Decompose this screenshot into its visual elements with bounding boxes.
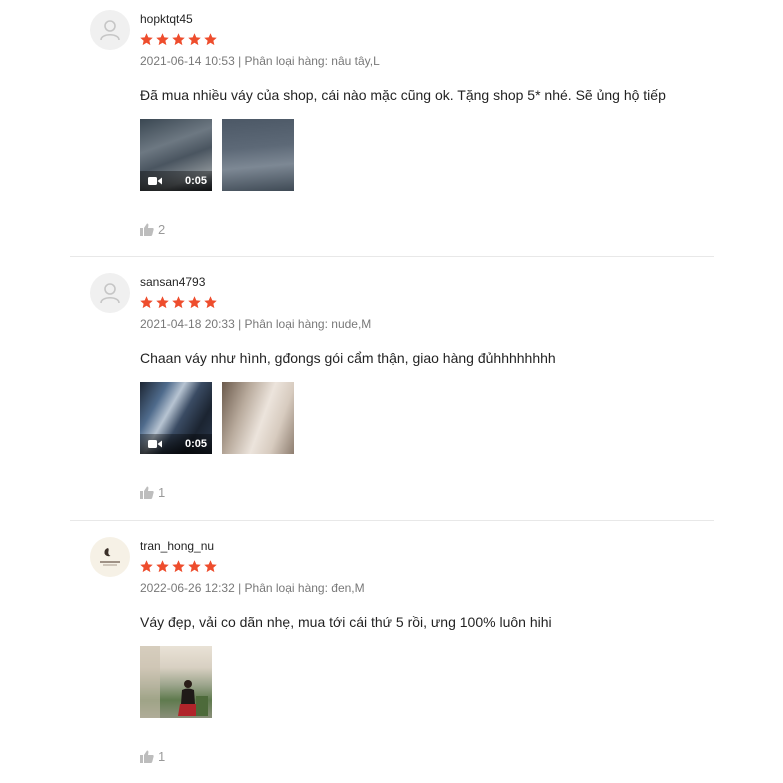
review-image[interactable]	[222, 119, 294, 191]
video-duration: 0:05	[184, 175, 207, 187]
thumbs-up-icon	[140, 486, 154, 499]
star-icon	[204, 296, 217, 309]
review-image[interactable]	[222, 382, 294, 454]
star-icon	[156, 560, 169, 573]
like-count: 2	[158, 222, 166, 237]
review-item: hopktqt45 2021-06-14 10:53 | Phân loại h…	[70, 8, 714, 256]
like-button[interactable]: 1	[140, 749, 165, 764]
default-user-icon	[100, 20, 120, 41]
star-icon	[188, 560, 201, 573]
thumbs-up-icon	[140, 750, 154, 763]
shop-logo-avatar	[100, 548, 120, 566]
review-meta: 2022-06-26 12:32 | Phân loại hàng: đen,M	[140, 581, 365, 595]
like-button[interactable]: 1	[140, 485, 165, 500]
review-content: Váy đẹp, vải co dãn nhẹ, mua tới cái thứ…	[140, 614, 552, 630]
review-item: tran_hong_nu 2022-06-26 12:32 | Phân loạ…	[70, 535, 714, 783]
star-icon	[204, 33, 217, 46]
star-icon	[204, 560, 217, 573]
video-bar: 0:05	[140, 171, 212, 191]
star-icon	[156, 33, 169, 46]
review-username[interactable]: hopktqt45	[140, 12, 193, 26]
star-rating	[139, 559, 218, 574]
star-icon	[140, 560, 153, 573]
review-image[interactable]	[140, 646, 212, 718]
video-thumbnail[interactable]: 0:05	[140, 382, 212, 454]
like-count: 1	[158, 485, 166, 500]
review-divider	[70, 520, 714, 521]
like-count: 1	[158, 749, 166, 764]
thumbs-up-icon	[140, 223, 154, 236]
video-thumbnail[interactable]: 0:05	[140, 119, 212, 191]
review-media: 0:05	[140, 119, 294, 191]
video-bar: 0:05	[140, 434, 212, 454]
star-icon	[172, 33, 185, 46]
user-avatar[interactable]	[90, 10, 130, 50]
video-camera-icon	[148, 177, 162, 185]
star-icon	[140, 296, 153, 309]
review-meta: 2021-04-18 20:33 | Phân loại hàng: nude,…	[140, 317, 372, 331]
photo-figure	[140, 646, 208, 718]
star-rating	[139, 295, 218, 310]
review-media: 0:05	[140, 382, 294, 454]
review-meta: 2021-06-14 10:53 | Phân loại hàng: nâu t…	[140, 54, 380, 68]
review-username[interactable]: tran_hong_nu	[140, 539, 214, 553]
user-avatar[interactable]	[90, 537, 130, 577]
default-user-icon	[100, 283, 120, 304]
star-icon	[188, 33, 201, 46]
review-item: sansan4793 2021-04-18 20:33 | Phân loại …	[70, 271, 714, 519]
star-rating	[139, 32, 218, 47]
user-avatar[interactable]	[90, 273, 130, 313]
video-duration: 0:05	[184, 438, 207, 450]
like-button[interactable]: 2	[140, 222, 165, 237]
video-camera-icon	[148, 440, 162, 448]
star-icon	[172, 296, 185, 309]
review-username[interactable]: sansan4793	[140, 275, 205, 289]
review-media	[140, 646, 212, 718]
review-content: Đã mua nhiều váy của shop, cái nào mặc c…	[140, 87, 666, 103]
review-content: Chaan váy như hình, gđongs gói cẩm thận,…	[140, 350, 556, 366]
star-icon	[172, 560, 185, 573]
star-icon	[156, 296, 169, 309]
star-icon	[140, 33, 153, 46]
star-icon	[188, 296, 201, 309]
review-divider	[70, 256, 714, 257]
